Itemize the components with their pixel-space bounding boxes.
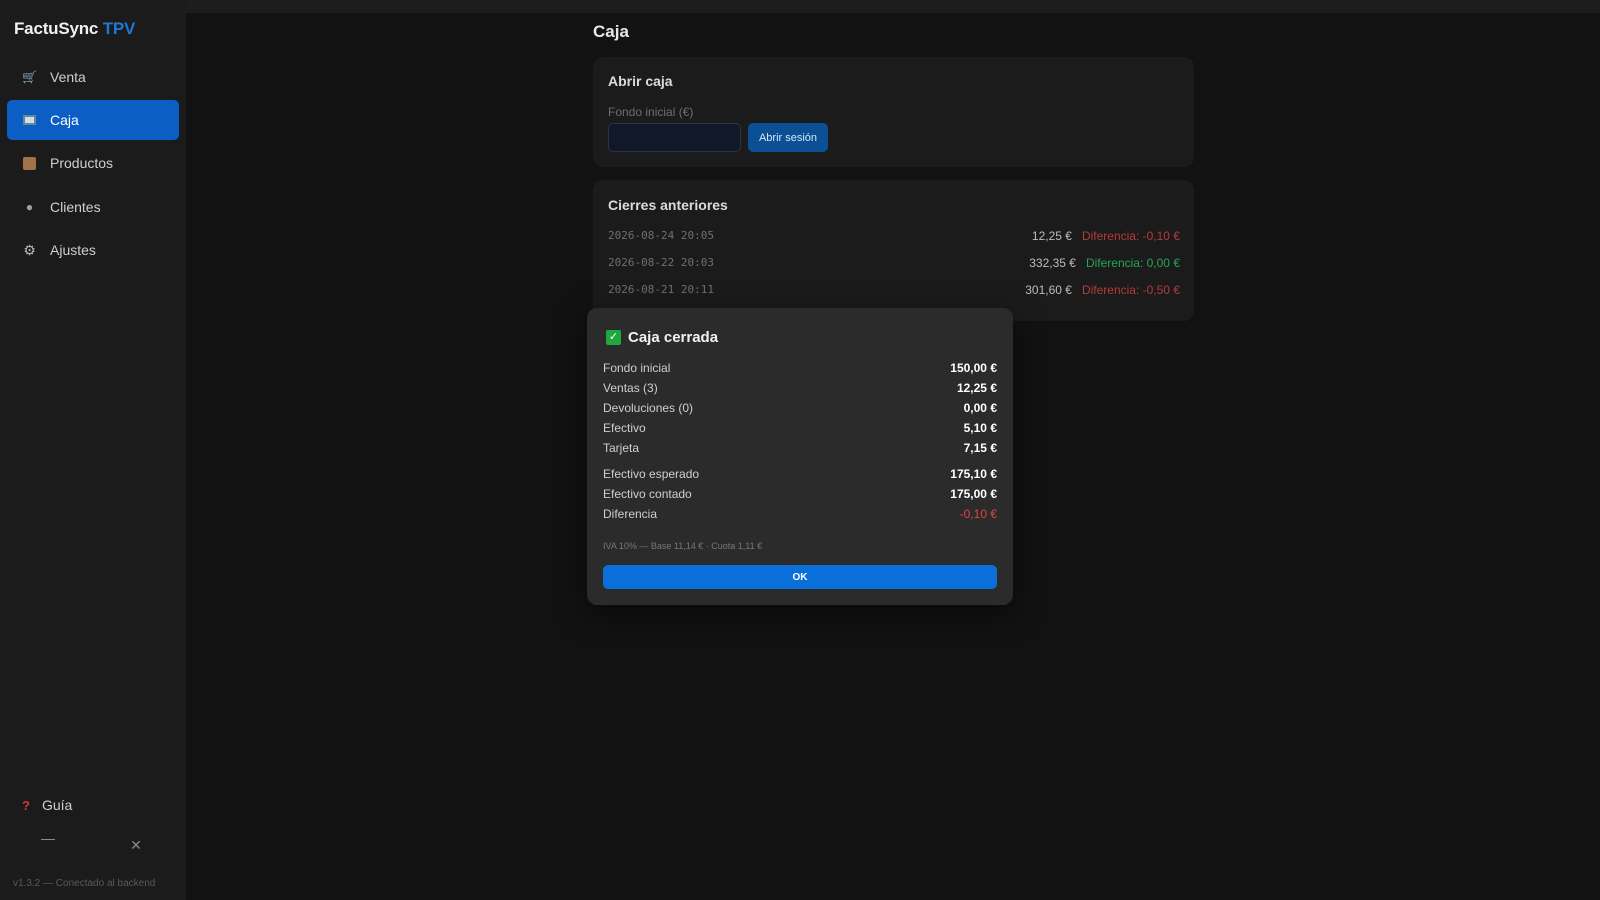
close-icon[interactable]: ✕ (129, 838, 143, 852)
status-text: v1.3.2 — Conectado al backend (13, 878, 156, 889)
brand-logo: FactuSync TPV (14, 19, 135, 39)
summary-value: 12,25 € (956, 381, 997, 395)
summary-row: Efectivo contado 175,00 € (603, 487, 997, 501)
guide-label: Guía (41, 797, 73, 813)
closing-amount: 332,35 € (1029, 256, 1076, 270)
sidebar-item-label: Caja (50, 112, 79, 128)
summary-row: Efectivo 5,10 € (603, 421, 997, 435)
closing-date: 2026-08-21 20:11 (608, 283, 714, 296)
sidebar-item-label: Ajustes (50, 242, 96, 258)
question-icon: ? (22, 797, 30, 813)
summary-label: Fondo inicial (603, 361, 671, 375)
brand-name: FactuSync (14, 19, 99, 38)
card-title: Abrir caja (608, 73, 673, 89)
previous-closings-card: Cierres anteriores 2026-08-24 20:05 12,2… (593, 180, 1194, 321)
sidebar-item-caja[interactable]: Caja (7, 100, 179, 140)
summary-value: 0,00 € (963, 401, 997, 415)
closing-row[interactable]: 2026-08-22 20:03 332,35 € Diferencia: 0,… (608, 254, 1180, 274)
ok-button[interactable]: OK (603, 565, 997, 589)
cash-register-icon (23, 115, 36, 125)
people-icon: ● (25, 200, 34, 214)
closing-amount: 12,25 € (1031, 229, 1072, 243)
summary-value: 7,15 € (963, 441, 997, 455)
sidebar-item-guia[interactable]: ? Guía (22, 797, 72, 813)
closing-difference: Diferencia: -0,50 € (1081, 283, 1180, 297)
closing-row[interactable]: 2026-08-21 20:11 301,60 € Diferencia: -0… (608, 281, 1180, 301)
summary-label: Efectivo (603, 421, 646, 435)
open-register-card: Abrir caja Fondo inicial (€) Abrir sesió… (593, 57, 1194, 167)
summary-value: 175,00 € (950, 487, 997, 501)
summary-row: Efectivo esperado 175,10 € (603, 467, 997, 481)
closing-row[interactable]: 2026-08-24 20:05 12,25 € Diferencia: -0,… (608, 227, 1180, 247)
summary-row: Ventas (3) 12,25 € (603, 381, 997, 395)
closing-date: 2026-08-22 20:03 (608, 256, 714, 269)
register-closed-dialog: ✓ Caja cerrada Fondo inicial 150,00 € Ve… (587, 308, 1013, 605)
card-title: Cierres anteriores (608, 197, 728, 213)
closing-difference: Diferencia: -0,10 € (1081, 229, 1180, 243)
minimize-button[interactable] (41, 839, 55, 840)
summary-label: Efectivo esperado (603, 467, 700, 481)
summary-row: Tarjeta 7,15 € (603, 441, 997, 455)
sidebar-item-venta[interactable]: 🛒 Venta (7, 57, 179, 97)
sidebar-item-clientes[interactable]: ● Clientes (7, 187, 179, 227)
gear-icon: ⚙ (23, 241, 36, 258)
summary-value: 5,10 € (963, 421, 997, 435)
open-session-button[interactable]: Abrir sesión (748, 123, 828, 152)
summary-label: Tarjeta (603, 441, 640, 455)
closing-difference: Diferencia: 0,00 € (1085, 256, 1180, 270)
title-bar[interactable] (186, 0, 1600, 13)
closing-amount: 301,60 € (1025, 283, 1072, 297)
app-window: FactuSync TPV 🛒 Venta Caja Productos ● C… (0, 0, 1600, 900)
opening-fund-label: Fondo inicial (€) (608, 105, 694, 119)
summary-label: Ventas (3) (603, 381, 658, 395)
closing-date: 2026-08-24 20:05 (608, 229, 714, 242)
summary-row: Fondo inicial 150,00 € (603, 361, 997, 375)
tax-note: IVA 10% — Base 11,14 € · Cuota 1,11 € (603, 541, 763, 551)
sidebar-item-productos[interactable]: Productos (7, 143, 179, 183)
summary-label: Devoluciones (0) (603, 401, 694, 415)
box-icon (23, 156, 36, 170)
summary-value: 175,10 € (950, 467, 997, 481)
opening-fund-input[interactable] (608, 123, 741, 152)
check-icon: ✓ (606, 330, 621, 345)
page-title: Caja (593, 22, 629, 41)
sidebar: FactuSync TPV 🛒 Venta Caja Productos ● C… (0, 0, 186, 900)
dialog-title-text: Caja cerrada (628, 329, 719, 346)
brand-accent: TPV (102, 19, 136, 38)
dialog-title: ✓ Caja cerrada (606, 329, 718, 346)
summary-row-difference: Diferencia -0,10 € (603, 507, 997, 521)
summary-value: 150,00 € (950, 361, 997, 375)
sidebar-item-ajustes[interactable]: ⚙ Ajustes (7, 230, 179, 270)
sidebar-item-label: Clientes (50, 199, 101, 215)
sidebar-item-label: Productos (50, 155, 114, 171)
cart-icon: 🛒 (22, 70, 37, 84)
summary-row: Devoluciones (0) 0,00 € (603, 401, 997, 415)
summary-label: Diferencia (603, 507, 658, 521)
summary-label: Efectivo contado (603, 487, 692, 501)
summary-value: -0,10 € (959, 507, 997, 521)
sidebar-item-label: Venta (50, 69, 86, 85)
